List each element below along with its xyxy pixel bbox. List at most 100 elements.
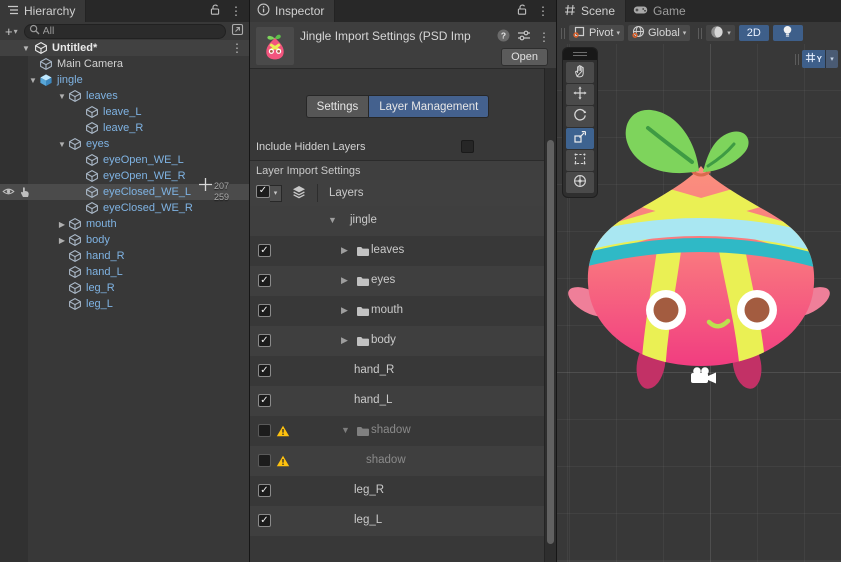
layer-row-leaves[interactable]: ✓ ▶ leaves — [250, 236, 545, 266]
asset-menu-kebab-icon[interactable]: ⋮ — [538, 31, 550, 43]
layer-row-leg_R[interactable]: ✓leg_R — [250, 476, 545, 506]
layer-checkbox[interactable] — [258, 424, 271, 437]
hand-tool-button[interactable] — [566, 62, 594, 83]
grid-hash-icon — [564, 4, 576, 19]
hierarchy-item-eyeOpen_WE_L[interactable]: eyeOpen_WE_L — [0, 152, 249, 168]
scene-lighting-toggle[interactable] — [773, 25, 803, 41]
hierarchy-item-label: body — [86, 234, 110, 246]
presets-icon[interactable] — [517, 29, 531, 45]
hierarchy-search-field[interactable] — [24, 24, 226, 39]
layer-checkbox[interactable]: ✓ — [258, 244, 271, 257]
layer-row-hand_R[interactable]: ✓hand_R — [250, 356, 545, 386]
inspector-menu-kebab-icon[interactable]: ⋮ — [537, 5, 549, 17]
layer-checkbox[interactable]: ✓ — [258, 334, 271, 347]
pickability-hand-icon[interactable] — [18, 185, 31, 201]
folder-icon — [356, 336, 370, 350]
foldout-arrow-icon[interactable]: ▼ — [56, 92, 68, 101]
toolbar-grip-handle[interactable] — [561, 28, 565, 39]
layer-row-jingle[interactable]: ▼ jingle — [250, 206, 545, 236]
foldout-arrow-icon[interactable]: ▶ — [341, 275, 348, 286]
grid-toggle-button[interactable]: Y — [802, 50, 825, 68]
open-button[interactable]: Open — [501, 48, 548, 66]
transform-tool-button[interactable] — [566, 172, 594, 193]
foldout-arrow-icon[interactable]: ▼ — [27, 76, 39, 85]
crosshair-cursor-icon — [198, 177, 213, 195]
lock-icon[interactable] — [209, 3, 221, 19]
layer-name-label: leaves — [371, 244, 404, 256]
hierarchy-item-leave_L[interactable]: leave_L — [0, 104, 249, 120]
hierarchy-item-leaves[interactable]: ▼leaves — [0, 88, 249, 104]
hierarchy-item-hand_R[interactable]: hand_R — [0, 248, 249, 264]
create-object-button[interactable]: +▾ — [0, 24, 22, 39]
scene-header-row[interactable]: ▼ Untitled* ⋮ — [0, 40, 249, 56]
tab-hierarchy[interactable]: Hierarchy — [0, 0, 86, 22]
scene-menu-kebab-icon[interactable]: ⋮ — [231, 42, 243, 54]
hierarchy-item-leave_R[interactable]: leave_R — [0, 120, 249, 136]
hierarchy-item-Main Camera[interactable]: Main Camera — [0, 56, 249, 72]
include-hidden-layers-checkbox[interactable] — [461, 140, 474, 153]
layer-row-shadow[interactable]: ▼shadow — [250, 416, 545, 446]
layer-row-shadow[interactable]: shadow — [250, 446, 545, 476]
hierarchy-item-leg_R[interactable]: leg_R — [0, 280, 249, 296]
hierarchy-item-jingle[interactable]: ▼jingle — [0, 72, 249, 88]
hierarchy-item-eyes[interactable]: ▼eyes — [0, 136, 249, 152]
help-icon[interactable]: ? — [497, 29, 510, 45]
grid-options-dropdown[interactable]: ▾ — [825, 50, 838, 68]
hierarchy-item-leg_L[interactable]: leg_L — [0, 296, 249, 312]
foldout-arrow-icon[interactable]: ▼ — [341, 425, 350, 435]
layer-row-body[interactable]: ✓▶body — [250, 326, 545, 356]
2d-mode-toggle[interactable]: 2D — [739, 25, 769, 41]
folder-icon — [356, 276, 370, 290]
hierarchy-item-body[interactable]: ▶ body — [0, 232, 249, 248]
window-popout-icon[interactable] — [231, 23, 244, 39]
tab-layer-management[interactable]: Layer Management — [368, 95, 489, 118]
search-input[interactable] — [43, 25, 221, 37]
rotate-tool-button[interactable] — [566, 106, 594, 127]
foldout-arrow-icon[interactable]: ▼ — [22, 44, 30, 53]
rect-tool-button[interactable] — [566, 150, 594, 171]
layer-checkbox[interactable]: ✓ — [258, 364, 271, 377]
select-all-dropdown-icon[interactable]: ▾ — [270, 185, 282, 202]
layer-checkbox[interactable]: ✓ — [258, 304, 271, 317]
layer-checkbox[interactable]: ✓ — [258, 484, 271, 497]
foldout-arrow-icon[interactable]: ▼ — [328, 215, 337, 225]
tab-settings[interactable]: Settings — [306, 95, 369, 118]
layer-row-leg_L[interactable]: ✓leg_L — [250, 506, 545, 536]
hierarchy-menu-kebab-icon[interactable]: ⋮ — [230, 5, 242, 17]
layer-checkbox[interactable] — [258, 454, 271, 467]
overlay-grip-handle[interactable] — [795, 54, 799, 65]
tab-inspector[interactable]: Inspector — [250, 0, 335, 22]
inspector-scrollbar-track[interactable] — [544, 68, 556, 562]
select-all-layers-checkbox[interactable]: ✓ — [256, 185, 270, 198]
foldout-arrow-icon[interactable]: ▶ — [341, 245, 348, 256]
scene-viewport[interactable]: Y ▾ — [557, 44, 841, 562]
layer-name-label: jingle — [350, 214, 377, 226]
global-space-button[interactable]: Global ▾ — [628, 25, 690, 41]
hierarchy-item-mouth[interactable]: ▶mouth — [0, 216, 249, 232]
move-tool-button[interactable] — [566, 84, 594, 105]
hierarchy-item-eyeClosed_WE_R[interactable]: eyeClosed_WE_R — [0, 200, 249, 216]
layer-row-eyes[interactable]: ✓▶eyes — [250, 266, 545, 296]
shading-mode-button[interactable]: ▾ — [706, 25, 735, 41]
scale-tool-button[interactable] — [566, 128, 594, 149]
toolbar-grip-handle[interactable] — [698, 28, 702, 39]
pivot-mode-button[interactable]: Pivot ▾ — [569, 25, 624, 41]
tab-scene[interactable]: Scene — [557, 0, 626, 22]
tab-game[interactable]: Game — [626, 0, 696, 22]
foldout-arrow-icon[interactable]: ▶ — [56, 236, 68, 245]
layer-checkbox[interactable]: ✓ — [258, 514, 271, 527]
layer-checkbox[interactable]: ✓ — [258, 394, 271, 407]
foldout-arrow-icon[interactable]: ▶ — [341, 335, 348, 346]
foldout-arrow-icon[interactable]: ▶ — [56, 220, 68, 229]
foldout-arrow-icon[interactable]: ▶ — [341, 305, 348, 316]
layer-checkbox[interactable]: ✓ — [258, 274, 271, 287]
hierarchy-item-hand_L[interactable]: hand_L — [0, 264, 249, 280]
foldout-arrow-icon[interactable]: ▼ — [56, 140, 68, 149]
lock-icon[interactable] — [516, 3, 528, 19]
layer-row-hand_L[interactable]: ✓hand_L — [250, 386, 545, 416]
layers-stack-icon[interactable] — [291, 185, 307, 202]
overlay-drag-handle[interactable] — [563, 48, 597, 60]
layer-row-mouth[interactable]: ✓▶mouth — [250, 296, 545, 326]
inspector-scrollbar-thumb[interactable] — [547, 140, 554, 544]
visibility-eye-icon[interactable] — [2, 185, 15, 201]
